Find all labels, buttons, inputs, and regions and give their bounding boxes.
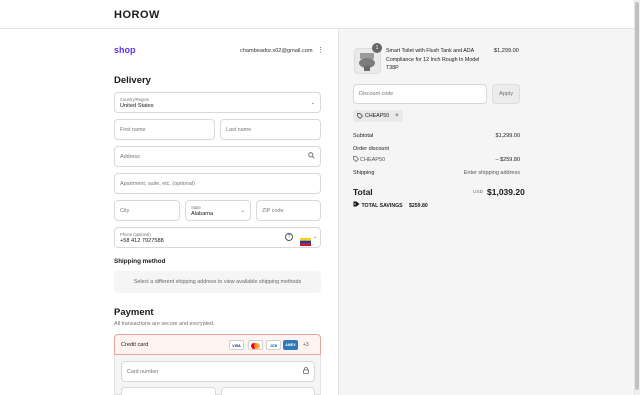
country-select[interactable]: Country/Region United States ⌄ — [114, 92, 321, 113]
city-field[interactable]: City — [114, 200, 180, 221]
site-header: HOROW — [0, 0, 640, 29]
account-email: chambeador.x02@gmail.com — [240, 48, 313, 54]
chevron-down-icon: ⌄ — [313, 234, 318, 240]
mastercard-icon — [248, 340, 263, 350]
discount-placeholder: Discount code — [359, 91, 394, 97]
zip-field[interactable]: ZIP code — [256, 200, 321, 221]
card-number-field[interactable]: Card number — [121, 361, 315, 382]
country-label: Country/Region — [120, 97, 150, 102]
state-label: State — [191, 205, 201, 210]
first-name-field[interactable]: First name — [114, 119, 215, 140]
expiration-field[interactable] — [121, 387, 216, 395]
shipping-method-heading: Shipping method — [114, 258, 166, 265]
apartment-placeholder: Apartment, suite, etc. (optional) — [120, 181, 195, 187]
jcb-icon: JCB — [266, 340, 281, 350]
discount-value: – $259.80 — [495, 157, 520, 163]
venezuela-flag-icon[interactable] — [300, 233, 311, 246]
order-discount-label: Order discount — [353, 146, 390, 152]
shipping-method-notice: Select a different shipping address to v… — [114, 271, 321, 293]
more-cards-count: +3 — [303, 342, 309, 348]
remove-discount-icon[interactable]: × — [395, 110, 399, 122]
savings-value: $259.80 — [409, 203, 428, 209]
lock-icon — [303, 367, 309, 376]
quantity-badge: 1 — [372, 43, 382, 53]
total-value: $1,039.20 — [487, 187, 525, 197]
security-code-field[interactable] — [221, 387, 315, 395]
help-icon[interactable]: ? — [285, 233, 293, 241]
delivery-heading: Delivery — [114, 75, 151, 86]
total-savings: TOTAL SAVINGS $259.80 — [353, 201, 428, 209]
apply-button[interactable]: Apply — [492, 84, 520, 104]
last-name-placeholder: Last name — [226, 127, 252, 133]
search-icon — [308, 152, 315, 161]
scrollbar-thumb[interactable] — [635, 2, 639, 390]
subtotal-label: Subtotal — [353, 133, 374, 139]
savings-label: TOTAL SAVINGS — [361, 203, 403, 209]
shipping-method-message: Select a different shipping address to v… — [133, 279, 302, 285]
tag-icon — [357, 110, 363, 124]
address-placeholder: Address — [120, 154, 140, 160]
credit-card-option[interactable]: Credit card VISA JCB AMEX +3 — [114, 334, 321, 355]
chevron-down-icon: ⌄ — [240, 208, 245, 214]
kebab-icon[interactable]: ⋮ — [317, 46, 324, 54]
country-value: United States — [120, 103, 154, 109]
amex-icon: AMEX — [283, 340, 298, 350]
discount-code-label: CHEAP50 — [360, 157, 386, 163]
phone-label: Phone (optional) — [120, 232, 151, 237]
last-name-field[interactable]: Last name — [220, 119, 321, 140]
payment-heading: Payment — [114, 307, 154, 318]
shipping-value: Enter shipping address — [463, 170, 520, 176]
applied-discount-tag: CHEAP50 × — [353, 110, 403, 122]
chevron-down-icon: ⌄ — [310, 100, 315, 106]
credit-card-panel: Card number — [114, 355, 321, 395]
phone-value: +58 412 7927588 — [120, 238, 164, 244]
state-value: Alabama — [191, 211, 214, 217]
state-select[interactable]: State Alabama ⌄ — [185, 200, 251, 221]
currency-code: USD — [473, 190, 484, 195]
phone-field[interactable]: Phone (optional) +58 412 7927588 ? ⌄ — [114, 227, 321, 248]
address-field[interactable]: Address — [114, 146, 321, 167]
payment-subtitle: All transactions are secure and encrypte… — [114, 321, 215, 327]
subtotal-value: $1,299.00 — [495, 133, 520, 139]
applied-code: CHEAP50 — [365, 113, 390, 119]
zip-placeholder: ZIP code — [262, 208, 284, 214]
page-scrollbar[interactable] — [634, 0, 640, 395]
shipping-label: Shipping — [353, 170, 375, 176]
discount-code-field[interactable]: Discount code — [353, 84, 487, 104]
brand-logo[interactable]: HOROW — [114, 9, 160, 21]
product-name: Smart Toilet with Flush Tank and ADA Com… — [386, 48, 480, 71]
total-label: Total — [353, 187, 373, 197]
shop-pay-logo: shop — [114, 45, 136, 55]
card-number-placeholder: Card number — [127, 369, 159, 375]
first-name-placeholder: First name — [120, 127, 146, 133]
visa-icon: VISA — [229, 340, 244, 350]
city-placeholder: City — [120, 208, 130, 214]
credit-card-label: Credit card — [121, 342, 149, 348]
product-price: $1,299.00 — [494, 48, 519, 54]
apartment-field[interactable]: Apartment, suite, etc. (optional) — [114, 173, 321, 194]
tag-icon — [353, 156, 359, 164]
